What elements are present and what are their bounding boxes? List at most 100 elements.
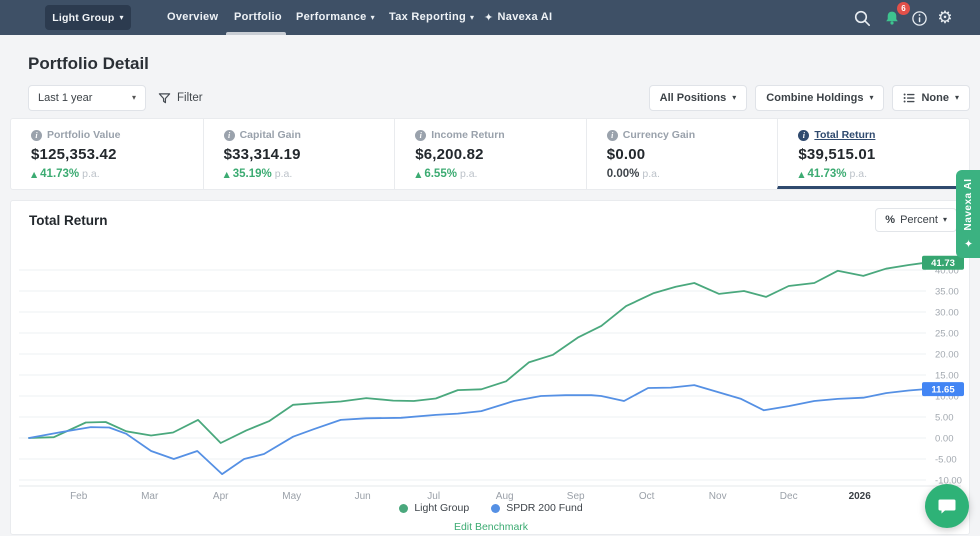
stat-value: $125,353.42 <box>31 146 117 163</box>
legend-item-light-group[interactable]: Light Group <box>399 502 469 514</box>
sparkle-icon: ✦ <box>961 235 975 250</box>
stat-change: ▲ 6.55% p.a. <box>415 168 478 180</box>
chevron-down-icon: ▾ <box>119 12 124 22</box>
chevron-down-icon: ▾ <box>869 93 874 102</box>
funnel-icon <box>158 92 171 103</box>
svg-text:0.00: 0.00 <box>935 434 954 445</box>
stat-change: ▲ 41.73% p.a. <box>798 168 868 180</box>
search-icon[interactable] <box>849 5 875 31</box>
speech-bubble-icon <box>938 499 956 514</box>
arrow-up-icon: ▲ <box>223 170 230 179</box>
filter-button[interactable]: Filter <box>158 85 203 111</box>
svg-text:25.00: 25.00 <box>935 329 959 340</box>
positions-filter-label: All Positions <box>659 92 727 104</box>
legend-dot-blue <box>491 503 501 513</box>
top-navbar: Light Group ▾ Overview Portfolio Perform… <box>0 0 980 35</box>
stat-card-currency-gain[interactable]: i Currency Gain $0.00 0.00% p.a. <box>585 119 778 189</box>
legend-label: SPDR 200 Fund <box>506 502 583 514</box>
svg-text:2026: 2026 <box>849 491 872 502</box>
svg-text:11.65: 11.65 <box>931 385 955 396</box>
arrow-up-icon: ▲ <box>798 170 805 179</box>
chevron-down-icon: ▾ <box>470 12 475 22</box>
chat-widget-button[interactable] <box>925 484 969 528</box>
filter-label: Filter <box>177 92 203 104</box>
notifications-bell-icon[interactable]: 6 <box>879 2 910 31</box>
nav-item-tax-reporting[interactable]: Tax Reporting ▾ <box>389 0 474 35</box>
stat-change: ▲ 41.73% p.a. <box>31 168 100 180</box>
date-range-select[interactable]: Last 1 year ▾ <box>28 85 146 111</box>
svg-text:41.73: 41.73 <box>931 258 955 269</box>
combine-holdings-label: Combine Holdings <box>766 92 864 104</box>
nav-item-label: Performance <box>296 11 367 23</box>
arrow-up-icon: ▲ <box>31 170 38 179</box>
stats-panel: i Portfolio Value $125,353.42 ▲ 41.73% p.a.… <box>10 118 970 190</box>
nav-item-performance[interactable]: Performance ▾ <box>296 0 375 35</box>
legend-label: Light Group <box>414 502 470 514</box>
stat-value: $0.00 <box>606 146 646 163</box>
positions-filter-button[interactable]: All Positions ▾ <box>648 85 748 111</box>
nav-item-label: Overview <box>167 11 219 23</box>
stat-card-income-return[interactable]: i Income Return $6,200.82 ▲ 6.55% p.a. <box>394 119 586 189</box>
svg-text:5.00: 5.00 <box>935 413 954 424</box>
stat-card-total-return[interactable]: i Total Return $39,515.01 ▲ 41.73% p.a. <box>777 119 969 189</box>
nav-item-navexa-ai[interactable]: ✦ Navexa AI <box>484 0 552 35</box>
stat-value: $33,314.19 <box>223 146 301 163</box>
total-return-line-chart[interactable]: 40.0035.0030.0025.0020.0015.0010.005.000… <box>11 201 971 536</box>
svg-text:30.00: 30.00 <box>935 308 959 319</box>
portfolio-selector-label: Light Group <box>52 11 115 24</box>
chart-legend: Light Group SPDR 200 Fund <box>11 502 971 514</box>
chevron-down-icon: ▾ <box>370 12 375 22</box>
view-controls: All Positions ▾ Combine Holdings ▾ None … <box>648 85 970 111</box>
sparkle-icon: ✦ <box>484 11 494 24</box>
stat-label: i Total Return <box>798 129 969 141</box>
stat-change: 0.00% p.a. <box>606 168 660 180</box>
svg-text:20.00: 20.00 <box>935 350 959 361</box>
chevron-down-icon: ▾ <box>131 93 136 102</box>
svg-text:-5.00: -5.00 <box>935 455 957 466</box>
svg-text:Nov: Nov <box>709 491 727 502</box>
svg-text:Feb: Feb <box>70 491 88 502</box>
svg-text:15.00: 15.00 <box>935 371 959 382</box>
svg-text:Jul: Jul <box>427 491 440 502</box>
info-icon: i <box>798 129 810 141</box>
nav-item-overview[interactable]: Overview <box>167 0 218 35</box>
stat-value: $39,515.01 <box>798 146 876 163</box>
info-icon: i <box>223 129 235 141</box>
combine-holdings-button[interactable]: Combine Holdings ▾ <box>755 85 885 111</box>
stat-change: ▲ 35.19% p.a. <box>223 168 293 180</box>
stat-label: i Capital Gain <box>223 129 395 141</box>
arrow-up-icon: ▲ <box>415 170 422 179</box>
stat-card-capital-gain[interactable]: i Capital Gain $33,314.19 ▲ 35.19% p.a. <box>202 119 395 189</box>
total-return-chart-panel: Total Return % Percent ▾ 40.00 35.00 30.00… <box>10 200 970 535</box>
legend-item-benchmark[interactable]: SPDR 200 Fund <box>491 502 583 514</box>
gear-glyph: ⚙ <box>937 7 953 28</box>
info-icon: i <box>606 129 618 141</box>
legend-dot-green <box>399 503 409 513</box>
magnifier-glyph <box>854 10 870 26</box>
stat-card-portfolio-value[interactable]: i Portfolio Value $125,353.42 ▲ 41.73% p.a. <box>11 119 203 189</box>
svg-text:May: May <box>282 491 301 502</box>
svg-text:Aug: Aug <box>496 491 514 502</box>
active-tab-underline <box>226 32 286 35</box>
svg-text:Mar: Mar <box>141 491 159 502</box>
stat-label: i Currency Gain <box>606 129 778 141</box>
navexa-ai-side-tab[interactable]: ✦ Navexa AI <box>956 170 980 258</box>
info-icon: i <box>415 129 427 141</box>
info-icon[interactable] <box>906 5 932 31</box>
page-title: Portfolio Detail <box>28 54 149 73</box>
portfolio-selector-button[interactable]: Light Group ▾ <box>45 5 131 30</box>
grouping-select-label: None <box>921 92 949 104</box>
edit-benchmark-link[interactable]: Edit Benchmark <box>11 521 971 533</box>
svg-text:Apr: Apr <box>213 491 229 502</box>
nav-item-portfolio[interactable]: Portfolio <box>234 0 282 35</box>
nav-item-label: Tax Reporting <box>389 11 467 23</box>
nav-item-label: Portfolio <box>234 11 282 23</box>
nav-item-label: Navexa AI <box>497 11 553 23</box>
stat-label: i Portfolio Value <box>31 129 203 141</box>
settings-gear-icon[interactable]: ⚙ <box>932 5 958 31</box>
grouping-select-button[interactable]: None ▾ <box>892 85 970 111</box>
svg-text:Oct: Oct <box>639 491 655 502</box>
svg-text:Sep: Sep <box>567 491 585 502</box>
side-tab-label: Navexa AI <box>962 178 974 231</box>
info-glyph <box>911 10 927 26</box>
